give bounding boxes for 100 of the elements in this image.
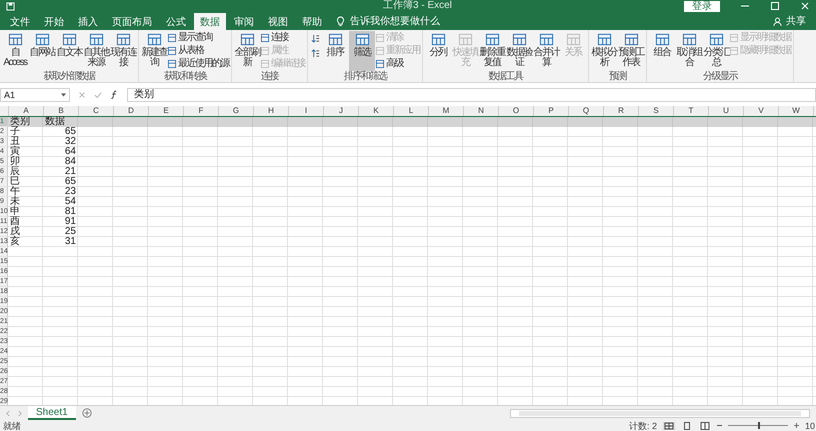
sheet-tab[interactable]: Sheet1	[28, 406, 76, 420]
group-label: 获取和转换	[162, 71, 208, 82]
table-icon	[376, 60, 384, 68]
ribbon-tab[interactable]: 页面布局	[106, 13, 158, 30]
ribbon-button[interactable]: 取消组合	[676, 31, 702, 71]
status-text: 就绪	[3, 420, 21, 430]
column-header[interactable]: V	[744, 106, 779, 116]
ribbon-button[interactable]: 高级	[376, 58, 420, 69]
ribbon-button[interactable]: 删除重复值	[479, 31, 505, 71]
function-icon[interactable]	[110, 90, 119, 99]
table-cell-text: 寅	[9, 147, 21, 157]
table-cell-text: 辰	[9, 167, 21, 177]
ribbon-button[interactable]: 分类汇总	[703, 31, 729, 71]
column-header[interactable]: C	[79, 106, 114, 116]
column-header[interactable]: N	[464, 106, 499, 116]
table-cell-text: 64	[64, 147, 77, 157]
column-header[interactable]: A	[9, 106, 44, 116]
ribbon-button[interactable]: 合并计算	[533, 31, 559, 71]
ribbon-button[interactable]: 新建查询	[141, 31, 167, 71]
table-cell-text: 81	[64, 207, 77, 217]
ribbon-tab[interactable]: 数据	[194, 13, 226, 30]
table-cell-text: 戌	[9, 227, 21, 237]
ribbon-tab[interactable]: 开始	[38, 13, 70, 30]
table-icon	[168, 46, 176, 54]
zoom-in-icon[interactable]	[794, 423, 799, 428]
table-cell-text: 21	[64, 167, 77, 177]
ribbon-button[interactable]: 自 Access	[2, 31, 28, 71]
ribbon-button[interactable]: 自文本	[56, 31, 82, 71]
zoom-level[interactable]: 10	[804, 420, 815, 430]
sort-descending-icon[interactable]	[311, 49, 320, 58]
table-cell-text: 25	[64, 227, 77, 237]
formula-field[interactable]: 类别	[127, 88, 816, 102]
table-cell-text: 类别	[9, 117, 31, 127]
ribbon-button[interactable]: 显示查询	[168, 32, 229, 43]
maximize-icon[interactable]	[770, 1, 780, 11]
column-header[interactable]: F	[184, 106, 219, 116]
column-header[interactable]: W	[779, 106, 814, 116]
ribbon-button[interactable]: 连接	[261, 32, 305, 43]
ribbon-tab[interactable]: 审阅	[228, 13, 260, 30]
sort-ascending-icon[interactable]	[311, 34, 320, 43]
table-icon	[261, 46, 269, 54]
close-icon[interactable]	[800, 1, 810, 11]
table-cell-text: 酉	[9, 217, 21, 227]
name-box[interactable]: A1	[0, 88, 70, 102]
checkmark-icon[interactable]	[94, 90, 102, 98]
column-header[interactable]: I	[289, 106, 324, 116]
page-break-icon[interactable]	[698, 422, 711, 430]
add-sheet-icon[interactable]	[82, 408, 92, 418]
column-header[interactable]: G	[219, 106, 254, 116]
horizontal-scrollbar[interactable]	[510, 408, 810, 418]
table-icon	[261, 60, 269, 68]
table-icon	[376, 46, 384, 54]
sign-in-button[interactable]: 登录	[684, 0, 720, 12]
column-header[interactable]: R	[604, 106, 639, 116]
ribbon-button[interactable]: 模拟分析	[591, 31, 617, 71]
tell-me-field[interactable]: 告诉我你想要做什么	[350, 14, 440, 28]
table-icon	[261, 34, 269, 42]
column-header[interactable]: L	[394, 106, 429, 116]
column-header[interactable]: B	[44, 106, 79, 116]
ribbon-button[interactable]: 筛选	[349, 31, 375, 71]
group-label: 分级显示	[702, 71, 738, 82]
ribbon-button[interactable]: 最近使用的源	[168, 58, 229, 69]
ribbon-button[interactable]: 全部刷新	[234, 31, 260, 71]
column-header[interactable]: P	[534, 106, 569, 116]
column-header[interactable]: S	[639, 106, 674, 116]
ribbon-button[interactable]: 从表格	[168, 45, 229, 56]
window-title: 工作簿3 - Excel	[383, 1, 453, 11]
group-label: 获取外部数据	[42, 71, 96, 82]
ribbon-button[interactable]: 组合	[649, 31, 675, 71]
table-cell-text: 91	[64, 217, 77, 227]
column-header[interactable]: U	[709, 106, 744, 116]
ribbon-button[interactable]: 自网站	[29, 31, 55, 71]
ribbon-tab[interactable]: 视图	[262, 13, 294, 30]
group-label: 预测	[608, 71, 628, 82]
ribbon-button[interactable]: 数据验证	[506, 31, 532, 71]
column-header[interactable]: M	[429, 106, 464, 116]
group-label: 排序和筛选	[342, 71, 388, 82]
ribbon-button[interactable]: 预测工作表	[618, 31, 644, 71]
column-header[interactable]: O	[499, 106, 534, 116]
column-header[interactable]: H	[254, 106, 289, 116]
ribbon-button[interactable]: 自其他来源	[83, 31, 109, 71]
ribbon-button[interactable]: 现有连接	[110, 31, 136, 71]
ribbon-tab[interactable]: 公式	[160, 13, 192, 30]
share-button[interactable]: 共享	[786, 14, 806, 28]
column-header[interactable]: E	[149, 106, 184, 116]
ribbon-tab[interactable]: 文件	[4, 13, 36, 30]
ribbon-button[interactable]: 分列	[425, 31, 451, 71]
ribbon-tab[interactable]: 帮助	[296, 13, 328, 30]
ribbon-button[interactable]: 排序	[322, 31, 348, 71]
save-icon[interactable]	[6, 2, 15, 10]
ribbon-tab[interactable]: 插入	[72, 13, 104, 30]
column-header[interactable]: D	[114, 106, 149, 116]
column-header[interactable]: Q	[569, 106, 604, 116]
table-cell-text: 巳	[9, 177, 21, 187]
table-icon	[730, 34, 738, 42]
column-header[interactable]: J	[324, 106, 359, 116]
column-header[interactable]: T	[674, 106, 709, 116]
normal-view-icon[interactable]	[662, 422, 675, 430]
table-cell-text: 84	[64, 157, 77, 167]
column-header[interactable]: K	[359, 106, 394, 116]
